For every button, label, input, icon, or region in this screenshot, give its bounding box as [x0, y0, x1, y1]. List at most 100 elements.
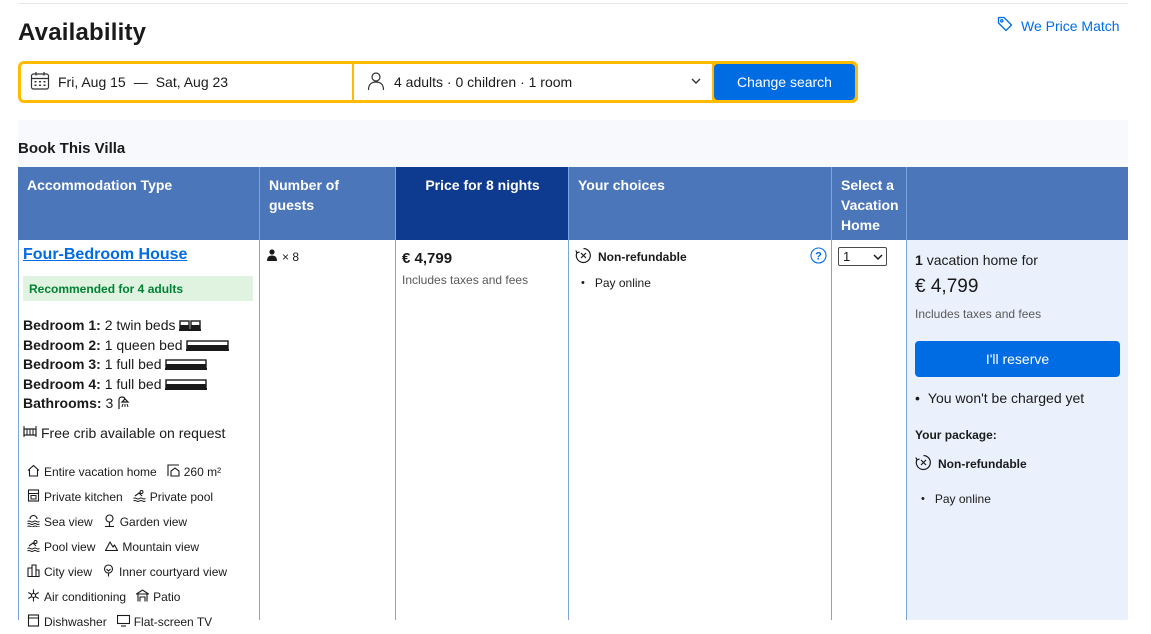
bed-label: Bedroom 4: — [23, 375, 101, 392]
top-divider — [18, 3, 1128, 4]
change-search-button[interactable]: Change search — [714, 64, 855, 100]
shower-icon — [117, 395, 131, 411]
facility-label: Private pool — [149, 489, 214, 504]
column-divider — [259, 167, 260, 617]
full-bed-icon — [165, 376, 208, 392]
bed-value: 1 full bed — [104, 356, 162, 373]
facility-item: Patio — [134, 588, 181, 605]
full-bed-icon — [165, 356, 208, 372]
non-refundable-icon — [575, 247, 592, 267]
summary-taxes: Includes taxes and fees — [915, 307, 1042, 321]
summary-count: 1 — [915, 252, 923, 268]
occupancy-picker[interactable]: 4 adults · 0 children · 1 room — [354, 64, 712, 100]
column-divider — [568, 167, 569, 617]
facility-item: Entire vacation home — [27, 464, 157, 480]
price-match-link[interactable]: We Price Match — [997, 16, 1120, 35]
bed-row: Bedroom 2: 1 queen bed — [23, 336, 230, 356]
package-label: Your package: — [915, 428, 997, 442]
facility-label: Garden view — [119, 514, 188, 529]
facility-item: Garden view — [103, 513, 188, 530]
taxes-note: Includes taxes and fees — [402, 273, 529, 287]
home-quantity-select[interactable]: 1 — [838, 247, 887, 266]
choice-list: Pay online — [581, 276, 651, 290]
bed-row: Bedroom 1: 2 twin beds — [23, 316, 229, 336]
help-icon[interactable]: ? — [810, 247, 827, 267]
bed-row: Bedroom 3: 1 full bed — [23, 355, 229, 375]
calendar-icon — [30, 71, 50, 94]
bed-list: Bedroom 1: 2 twin beds Bedroom 2: 1 quee… — [23, 316, 230, 414]
date-picker[interactable]: Fri, Aug 15 — Sat, Aug 23 — [21, 64, 352, 100]
summary-line: 1 vacation home for — [915, 252, 1120, 268]
facility-row: Dishwasher Flat-screen TV — [27, 609, 257, 634]
cancellation-policy: Non-refundable ? — [575, 247, 827, 267]
select-value: 1 — [843, 249, 851, 264]
twin-bed-icon — [179, 317, 202, 333]
cell-select — [832, 240, 907, 620]
garden-icon — [103, 513, 116, 530]
cell-price — [396, 240, 569, 620]
date-separator: — — [133, 74, 148, 90]
facility-item: Air conditioning — [27, 589, 126, 605]
check-in-date: Fri, Aug 15 — [58, 74, 126, 90]
facility-label: City view — [44, 564, 93, 579]
package-item: Pay online — [921, 492, 1120, 506]
recommendation-badge: Recommended for 4 adults — [23, 276, 253, 301]
facility-label: Patio — [153, 589, 181, 604]
bed-label: Bedroom 1: — [23, 317, 101, 333]
reserve-button[interactable]: I'll reserve — [915, 341, 1120, 377]
facility-item: Sea view — [27, 514, 93, 530]
guest-capacity: × 8 — [266, 249, 299, 264]
facility-item: Inner courtyard view — [102, 563, 228, 580]
occupancy-text: 4 adults · 0 children · 1 room — [394, 74, 573, 90]
summary-price: € 4,799 — [915, 276, 979, 297]
header-summary — [907, 167, 1128, 240]
facility-label: Mountain view — [122, 539, 200, 554]
home-icon — [27, 464, 40, 480]
room-name-link[interactable]: Four-Bedroom House — [23, 246, 187, 264]
pool-icon — [132, 489, 146, 505]
bed-label: Bedroom 2: — [23, 336, 101, 353]
header-accommodation-type: Accommodation Type — [18, 167, 260, 240]
facility-label: Private kitchen — [44, 489, 123, 504]
city-icon — [27, 563, 40, 580]
package-policy: Non-refundable — [915, 454, 1120, 474]
price-match-label: We Price Match — [1021, 17, 1120, 34]
facility-label: Inner courtyard view — [119, 564, 228, 579]
price-value: € 4,799 — [402, 250, 453, 267]
header-select-home: Select a Vacation Home — [832, 167, 907, 240]
facility-row: Pool view Mountain view — [27, 534, 257, 559]
facility-label: Air conditioning — [44, 589, 127, 604]
header-price[interactable]: Price for 8 nights — [396, 167, 569, 248]
pool-view-icon — [27, 539, 40, 555]
facility-list: Entire vacation home 260 m² Private kitc… — [27, 459, 257, 634]
check-out-date: Sat, Aug 23 — [155, 74, 229, 90]
package-policy-label: Non-refundable — [938, 457, 1027, 471]
facility-row: Entire vacation home 260 m² — [27, 459, 257, 484]
facility-label: 260 m² — [183, 464, 222, 479]
facility-item: Mountain view — [105, 539, 199, 555]
crib-icon — [23, 424, 37, 441]
facility-row: City view Inner courtyard view — [27, 559, 257, 584]
column-divider — [831, 167, 832, 617]
bed-row: Bathrooms: 3 — [23, 394, 229, 414]
facility-label: Sea view — [44, 514, 93, 529]
facility-row: Sea view Garden view — [27, 509, 257, 534]
facility-label: Entire vacation home — [44, 464, 157, 479]
bed-value: 1 full bed — [104, 375, 162, 392]
package-list: Pay online — [915, 492, 1120, 506]
courtyard-icon — [102, 563, 115, 580]
not-charged-note: You won't be charged yet — [915, 390, 1120, 406]
section-title: Book This Villa — [18, 140, 126, 157]
bed-label: Bathrooms: — [23, 395, 102, 412]
crib-text: Free crib available on request — [41, 424, 226, 441]
facility-row: Private kitchen Private pool — [27, 484, 257, 509]
bed-row: Bedroom 4: 1 full bed — [23, 375, 229, 395]
facility-item: City view — [27, 563, 93, 580]
snowflake-icon — [27, 589, 40, 605]
chevron-down-icon — [873, 249, 883, 264]
search-bar: Fri, Aug 15 — Sat, Aug 23 4 adults · 0 c… — [18, 61, 858, 103]
cell-choices — [569, 240, 832, 620]
facility-row: Air conditioning Patio — [27, 584, 257, 609]
header-your-choices: Your choices — [569, 167, 832, 240]
guest-count: × 8 — [282, 249, 300, 264]
